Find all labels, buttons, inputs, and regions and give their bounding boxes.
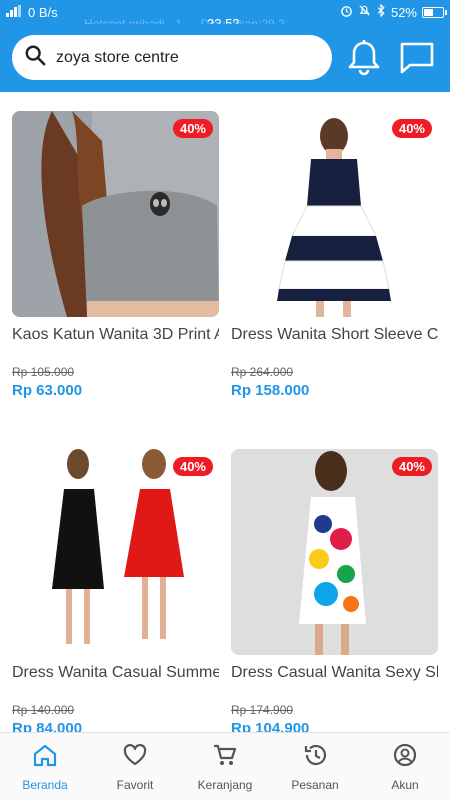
- product-name[interactable]: Dress Casual Wanita Sexy Sleeve O Neck S…: [231, 663, 438, 703]
- product-name[interactable]: Kaos Katun Wanita 3D Print Alien O Neck …: [12, 325, 219, 365]
- photo-black-red-dresses: [12, 449, 219, 655]
- sale-price: Rp 84.000: [12, 720, 83, 732]
- nav-label[interactable]: Beranda: [22, 778, 67, 792]
- battery-fill: [424, 8, 433, 16]
- history-icon[interactable]: [302, 743, 328, 772]
- nav-item-keranjang[interactable]: Keranjang: [180, 733, 270, 800]
- nav-item-favorit[interactable]: Favorit: [90, 733, 180, 800]
- network-speed: 0 B/s: [28, 4, 58, 20]
- discount-badge: 40%: [172, 457, 213, 476]
- status-left: 0 B/s: [6, 4, 58, 20]
- alarm-icon: [340, 4, 353, 20]
- photo-navy-white-dress: [231, 111, 438, 317]
- heart-icon[interactable]: [122, 743, 148, 772]
- photo-woman-gray-tshirt: [12, 111, 219, 317]
- signal-icon: [6, 4, 22, 20]
- nav-label[interactable]: Pesanan: [291, 778, 338, 792]
- product-name[interactable]: Dress Wanita Casual Summer Style Size L …: [12, 663, 219, 703]
- product-image[interactable]: 40%: [231, 111, 438, 317]
- original-price: Rp 140.000: [12, 703, 75, 717]
- product-image[interactable]: 40%: [12, 449, 219, 655]
- sale-price: Rp 158.000: [231, 382, 310, 399]
- product-card[interactable]: 40% Kaos Katun Wanita 3D Print Alien O N…: [12, 111, 219, 399]
- original-price: Rp 264.000: [231, 365, 294, 379]
- bluetooth-icon: [376, 3, 386, 20]
- discount-badge: 40%: [391, 119, 432, 138]
- search-icon[interactable]: [24, 44, 46, 71]
- bottom-navigation: Beranda Favorit Keranjang Pesanan Akun: [0, 732, 450, 800]
- nav-label[interactable]: Favorit: [117, 778, 154, 792]
- discount-badge: 40%: [391, 457, 432, 476]
- original-price: Rp 105.000: [12, 365, 75, 379]
- status-bar: 0 B/s Hotspot pribadi · 1 … Digunakan:29…: [0, 0, 450, 31]
- nav-item-beranda[interactable]: Beranda: [0, 733, 90, 800]
- product-card[interactable]: 40% Dress Casual Wanita Sexy Sleeve O Ne…: [231, 449, 438, 732]
- product-image[interactable]: 40%: [12, 111, 219, 317]
- product-card[interactable]: 40% Dress Wanita Short Sleeve Chiffon Vi…: [231, 111, 438, 399]
- search-input[interactable]: zoya store centre: [56, 49, 179, 67]
- product-image[interactable]: 40%: [231, 449, 438, 655]
- search-bar[interactable]: zoya store centre: [12, 35, 332, 80]
- app-header: zoya store centre: [0, 24, 450, 92]
- home-icon[interactable]: [32, 743, 58, 772]
- product-card[interactable]: 40% Dress Wanita Casual Summer Style Siz…: [12, 449, 219, 732]
- nav-item-akun[interactable]: Akun: [360, 733, 450, 800]
- status-right: 52%: [340, 3, 447, 20]
- mute-icon: [358, 4, 371, 20]
- cart-icon[interactable]: [212, 743, 238, 772]
- sale-price: Rp 63.000: [12, 382, 83, 399]
- account-icon[interactable]: [392, 743, 418, 772]
- battery-icon: [422, 6, 447, 18]
- battery-percent: 52%: [390, 4, 417, 20]
- sale-price: Rp 104.900: [231, 720, 310, 732]
- product-name[interactable]: Dress Wanita Short Sleeve Chiffon Vintag…: [231, 325, 438, 365]
- nav-label[interactable]: Akun: [391, 778, 418, 792]
- nav-label[interactable]: Keranjang: [198, 778, 253, 792]
- original-price: Rp 174.900: [231, 703, 294, 717]
- bell-icon[interactable]: [344, 38, 384, 78]
- discount-badge: 40%: [172, 119, 213, 138]
- product-grid: 40% Kaos Katun Wanita 3D Print Alien O N…: [0, 92, 450, 732]
- nav-item-pesanan[interactable]: Pesanan: [270, 733, 360, 800]
- chat-icon[interactable]: [397, 38, 437, 78]
- photo-pattern-dress: [231, 449, 438, 655]
